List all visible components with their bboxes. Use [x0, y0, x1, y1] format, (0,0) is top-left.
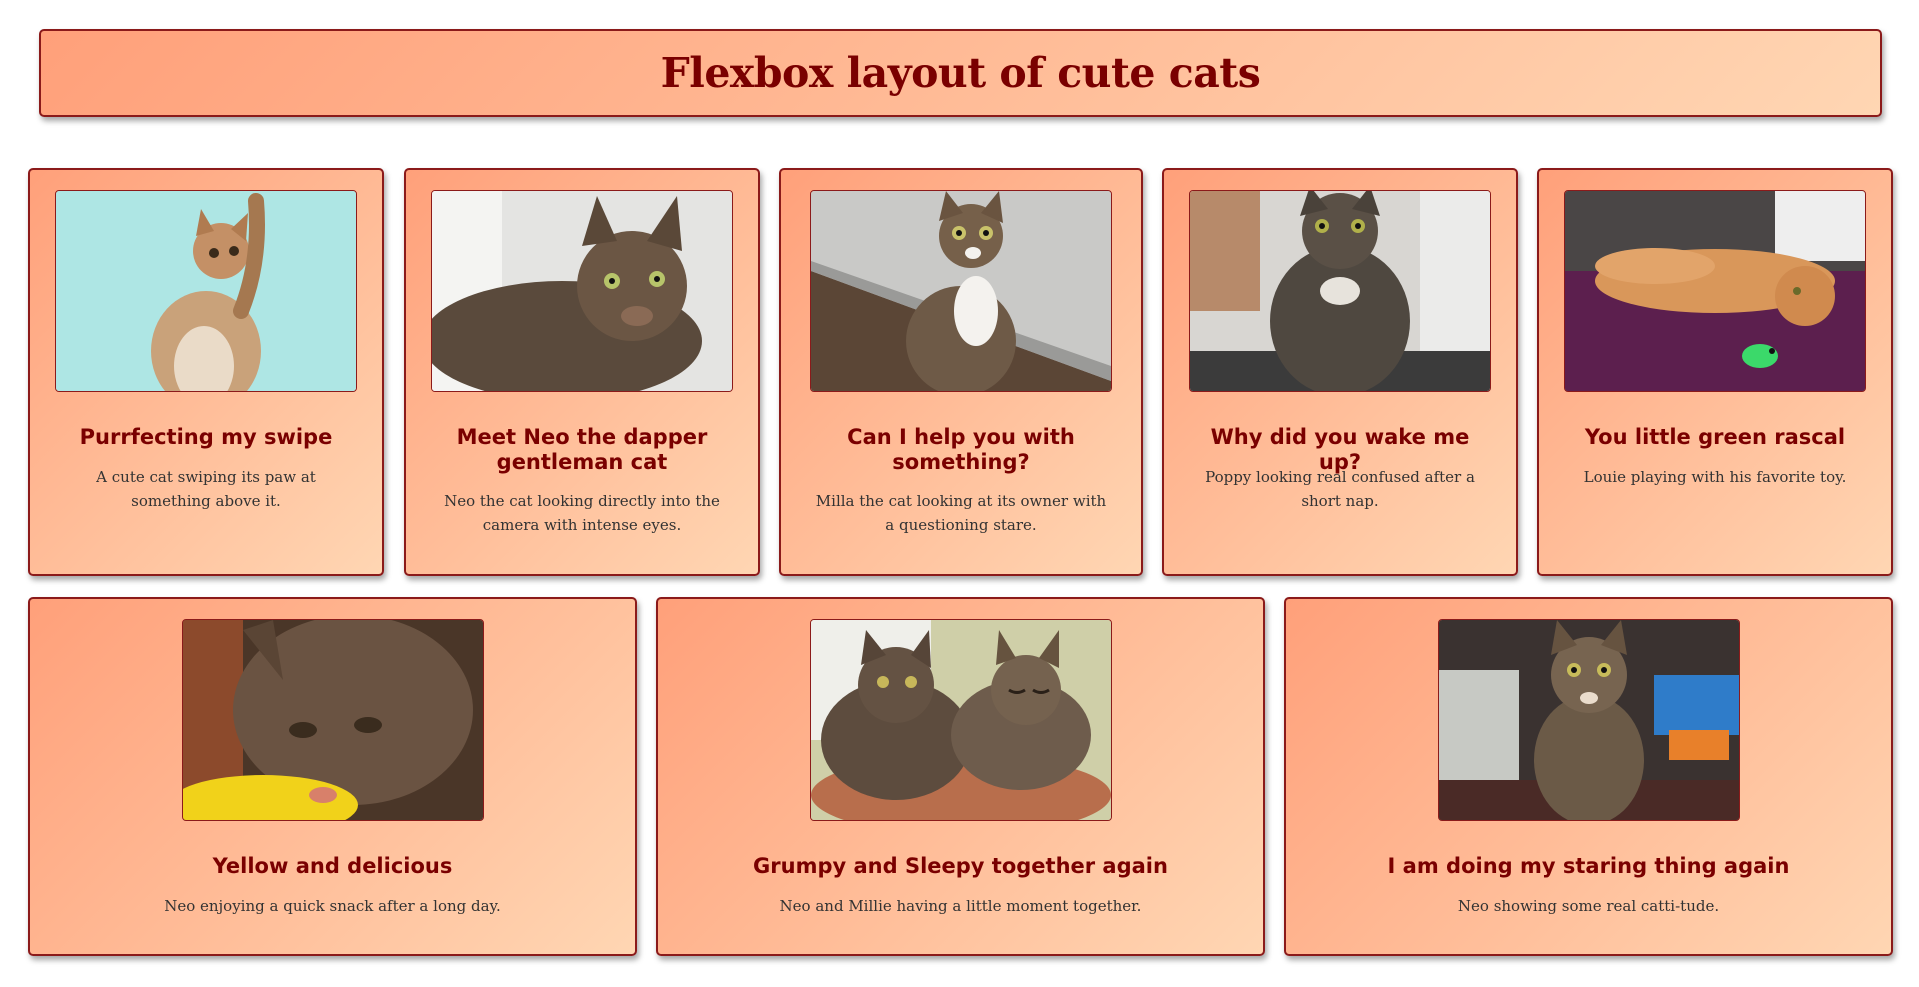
card-title: Can I help you with something? — [847, 425, 1075, 474]
card-title: Purrfecting my swipe — [79, 425, 333, 449]
cat-card: You little green rascal Louie playing wi… — [1537, 168, 1893, 576]
card-description: Poppy looking real confused after a shor… — [1205, 468, 1475, 510]
card-description: Louie playing with his favorite toy. — [1583, 468, 1847, 486]
cat-photo — [810, 190, 1112, 392]
card-description: Neo enjoying a quick snack after a long … — [164, 897, 501, 915]
cat-photo — [431, 190, 733, 392]
card-title: Yellow and delicious — [212, 854, 453, 878]
cat-photo — [181, 619, 484, 821]
cat-card: Meet Neo the dapper gentleman cat Neo th… — [404, 168, 760, 576]
card-title: I am doing my staring thing again — [1387, 854, 1790, 878]
cat-card: Yellow and delicious Neo enjoying a quic… — [28, 597, 637, 956]
card-title: Meet Neo the dapper gentleman cat — [456, 425, 708, 474]
card-title: You little green rascal — [1584, 425, 1846, 449]
cat-photo — [809, 619, 1112, 821]
cat-photo — [1189, 190, 1491, 392]
page-title: Flexbox layout of cute cats — [660, 49, 1261, 97]
cat-card: Can I help you with something? Milla the… — [779, 168, 1143, 576]
cat-card: I am doing my staring thing again Neo sh… — [1284, 597, 1893, 956]
card-description: Neo showing some real catti-tude. — [1457, 897, 1720, 915]
cat-card: Purrfecting my swipe A cute cat swiping … — [28, 168, 384, 576]
card-description: Milla the cat looking at its owner with … — [815, 492, 1107, 534]
page-header: Flexbox layout of cute cats — [39, 29, 1882, 117]
cat-card: Grumpy and Sleepy together again Neo and… — [656, 597, 1265, 956]
card-description: Neo the cat looking directly into the ca… — [444, 492, 720, 534]
cat-photo — [55, 190, 357, 392]
cat-photo — [1437, 619, 1740, 821]
card-description: Neo and Millie having a little moment to… — [779, 897, 1142, 915]
card-description: A cute cat swiping its paw at something … — [96, 468, 316, 510]
cat-card: Why did you wake me up? Poppy looking re… — [1162, 168, 1518, 576]
card-title: Grumpy and Sleepy together again — [753, 854, 1168, 878]
cat-photo — [1564, 190, 1866, 392]
